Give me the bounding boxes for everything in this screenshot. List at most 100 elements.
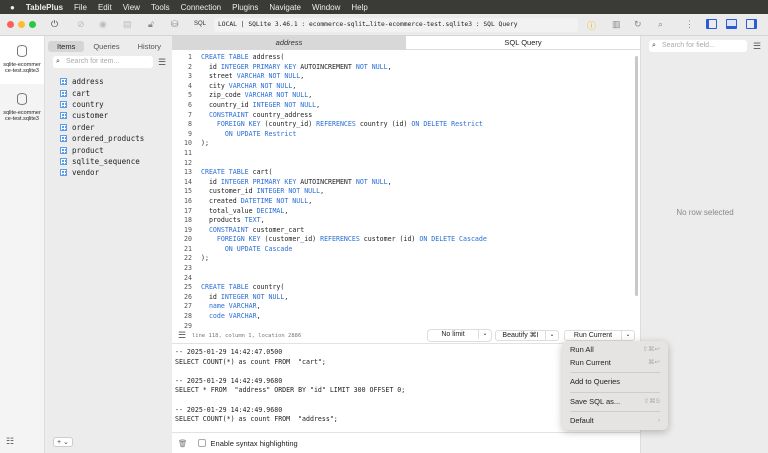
sql-text: , <box>292 82 296 90</box>
sql-text <box>201 235 217 243</box>
menu-item-save-sql-as[interactable]: Save SQL as...⇧⌘S <box>562 396 668 409</box>
menu-item-run-current[interactable]: Run Current⌘↩ <box>562 357 668 370</box>
sql-text: , <box>388 63 392 71</box>
menu-tools[interactable]: Tools <box>151 3 170 12</box>
toggle-right-panel-icon[interactable] <box>746 19 757 29</box>
syntax-highlighting-checkbox[interactable] <box>198 439 206 447</box>
sql-text: , <box>308 197 312 205</box>
filter-icon[interactable]: ☰ <box>158 57 166 68</box>
search-icon: ⌕ <box>56 56 60 68</box>
menu-item-add-to-queries[interactable]: Add to Queries <box>562 376 668 389</box>
menu-window[interactable]: Window <box>312 3 340 12</box>
code-line: 22); <box>172 254 632 264</box>
search-icon[interactable]: ⌕ <box>658 19 663 30</box>
code-line: 16 created DATETIME NOT NULL, <box>172 197 632 207</box>
code-line: 2 id INTEGER PRIMARY KEY AUTOINCREMENT N… <box>172 63 632 73</box>
stop-icon[interactable]: ⊘ <box>77 19 85 30</box>
zoom-window-button[interactable] <box>29 21 36 28</box>
table-item[interactable]: sqlite_sequence <box>60 156 144 167</box>
tab-address[interactable]: address <box>172 36 406 50</box>
sql-text: ); <box>201 254 209 262</box>
menu-icon[interactable]: ☰ <box>178 328 186 344</box>
menu-connection[interactable]: Connection <box>181 3 221 12</box>
code-line: 26 id INTEGER NOT NULL, <box>172 293 632 303</box>
sql-keyword: NOT NULL <box>356 63 388 71</box>
list-icon[interactable]: ▤ <box>123 19 132 30</box>
menu-plugins[interactable]: Plugins <box>232 3 258 12</box>
eye-icon[interactable]: ◉ <box>99 19 107 30</box>
menu-file[interactable]: File <box>74 3 87 12</box>
line-number: 15 <box>172 187 192 197</box>
field-search-input[interactable]: ⌕Search for field... <box>649 40 747 52</box>
sql-keyword: ON UPDATE Restrict <box>225 130 296 138</box>
tab-items[interactable]: Items <box>48 41 84 52</box>
minimize-window-button[interactable] <box>18 21 25 28</box>
connection-item[interactable]: sqlite-ecommerce-test.sqlite3 <box>0 36 44 84</box>
close-window-button[interactable] <box>7 21 14 28</box>
table-item[interactable]: product <box>60 144 144 155</box>
table-item[interactable]: customer <box>60 110 144 121</box>
search-placeholder: Search for item... <box>66 58 119 65</box>
sql-button[interactable]: SQL <box>194 21 206 27</box>
sql-text: , <box>257 302 261 310</box>
table-item[interactable]: cart <box>60 87 144 98</box>
menu-item-run-all[interactable]: Run All⇧⌘↩ <box>562 344 668 357</box>
run-current-button[interactable]: Run Current⌄ <box>564 330 635 341</box>
settings-icon[interactable]: ☷ <box>6 436 14 447</box>
connection-item[interactable]: sqlite-ecommerce-test.sqlite3 <box>0 84 44 132</box>
menu-app[interactable]: TablePlus <box>26 3 63 12</box>
line-number: 6 <box>172 101 192 111</box>
tab-sql-query[interactable]: SQL Query <box>406 36 640 50</box>
menu-view[interactable]: View <box>123 3 140 12</box>
limit-select[interactable]: No limit⌄ <box>428 330 491 341</box>
item-search-input[interactable]: ⌕ Search for item... <box>53 56 153 68</box>
connection-strip: sqlite-ecommerce-test.sqlite3 sqlite-eco… <box>0 36 45 453</box>
refresh-icon[interactable]: ↻ <box>634 19 642 30</box>
apple-icon[interactable]: ● <box>10 3 15 12</box>
lock-icon[interactable]: 🔓︎ <box>148 19 154 30</box>
sql-text: (customer_id) <box>261 235 321 243</box>
database-icon[interactable]: ⛁ <box>171 19 179 30</box>
sql-text: country (id) <box>356 120 412 128</box>
menu-item-default[interactable]: Default› <box>562 415 668 428</box>
code-line: 24 <box>172 274 632 284</box>
table-name: product <box>72 146 104 155</box>
beautify-button[interactable]: Beautify ⌘I⌄ <box>495 330 559 341</box>
menu-edit[interactable]: Edit <box>98 3 112 12</box>
connection-address-bar[interactable]: LOCAL | SQLite 3.46.1 : ecommerce-sqlit…… <box>214 18 578 32</box>
tab-queries[interactable]: Queries <box>84 41 128 52</box>
sql-text: id <box>201 293 221 301</box>
add-item-button[interactable]: + ⌄ <box>53 437 73 447</box>
chevron-down-icon[interactable]: ⌄ <box>621 331 634 340</box>
code-line: 27 name VARCHAR, <box>172 302 632 312</box>
table-item[interactable]: order <box>60 122 144 133</box>
toggle-left-panel-icon[interactable] <box>706 19 717 29</box>
editor-scrollbar[interactable] <box>635 56 638 296</box>
table-item[interactable]: vendor <box>60 167 144 178</box>
chart-icon[interactable]: ▥ <box>612 19 621 30</box>
table-item[interactable]: country <box>60 99 144 110</box>
menu-item-label: Run All <box>570 344 594 357</box>
more-icon[interactable]: ⋮ <box>685 19 694 30</box>
trash-icon[interactable]: 🗑︎ <box>178 439 188 448</box>
warning-icon[interactable]: ⓘ <box>587 19 596 32</box>
menu-help[interactable]: Help <box>351 3 367 12</box>
power-icon[interactable]: ⏻ <box>51 19 58 30</box>
menu-separator <box>570 411 660 412</box>
sql-text: , <box>300 72 304 80</box>
toggle-bottom-panel-icon[interactable] <box>726 19 737 29</box>
code-line: 14 id INTEGER PRIMARY KEY AUTOINCREMENT … <box>172 178 632 188</box>
filter-icon[interactable]: ☰ <box>753 41 761 52</box>
sql-text: created <box>201 197 241 205</box>
sql-text: zip_code <box>201 91 245 99</box>
table-item[interactable]: address <box>60 76 144 87</box>
sidebar-footer: + ⌄ <box>45 433 172 453</box>
table-item[interactable]: ordered_products <box>60 133 144 144</box>
line-number: 20 <box>172 235 192 245</box>
code-line: 23 <box>172 264 632 274</box>
tab-history[interactable]: History <box>129 41 170 52</box>
code-editor[interactable]: 1CREATE TABLE address(2 id INTEGER PRIMA… <box>172 53 632 329</box>
menu-navigate[interactable]: Navigate <box>269 3 301 12</box>
line-number: 27 <box>172 302 192 312</box>
line-number: 18 <box>172 216 192 226</box>
